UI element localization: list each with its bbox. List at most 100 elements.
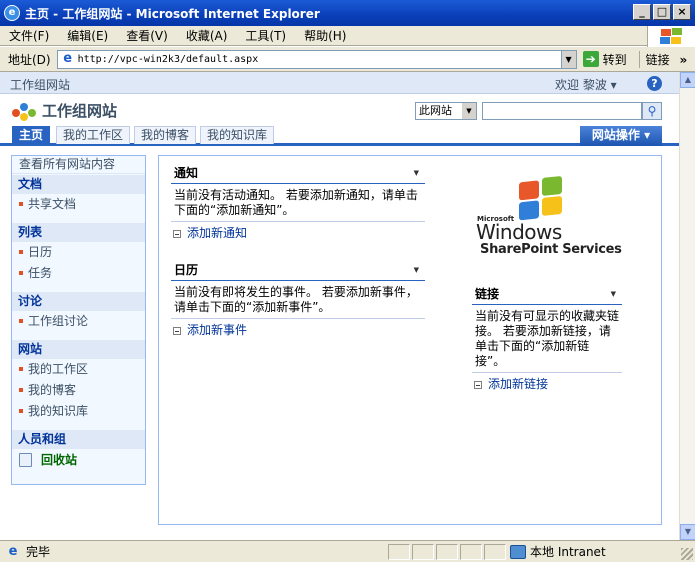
site-actions-button[interactable]: 网站操作 ▾	[580, 126, 662, 146]
links-chevron-icon[interactable]: »	[679, 53, 687, 67]
address-input[interactable]: e http://vpc-win2k3/default.aspx ▼	[56, 49, 577, 69]
links-empty-text: 当前没有可显示的收藏夹链接。 若要添加新链接，请单击下面的“添加新链接”。	[475, 309, 620, 368]
ql-item-my-blog[interactable]: 我的博客	[12, 380, 145, 401]
page-icon: e	[63, 51, 73, 66]
ql-heading-documents[interactable]: 文档	[12, 174, 145, 194]
ql-item-my-knowledge-base[interactable]: 我的知识库	[12, 401, 145, 422]
ql-item-team-discussion[interactable]: 工作组讨论	[12, 311, 145, 332]
site-title[interactable]: 工作组网站	[42, 100, 117, 121]
window-title: 主页 - 工作组网站 - Microsoft Internet Explorer	[25, 6, 320, 21]
go-button[interactable]: ➔ 转到	[582, 51, 627, 68]
search-scope-value: 此网站	[419, 104, 452, 117]
ql-item-my-workspace[interactable]: 我的工作区	[12, 359, 145, 380]
add-event-link[interactable]: 添加新事件	[171, 318, 425, 338]
ql-item-label: 我的知识库	[28, 404, 89, 418]
add-item-icon	[474, 380, 482, 389]
scroll-down-button[interactable]: ▼	[680, 524, 695, 540]
intranet-zone-icon	[510, 544, 526, 559]
main-webpart-zone: 通知 ▼ 当前没有活动通知。 若要添加新通知，请单击下面的“添加新通知”。 添加…	[158, 155, 662, 525]
search-button[interactable]: ⚲	[642, 102, 662, 120]
ql-heading-sites[interactable]: 网站	[12, 339, 145, 359]
ql-item-label: 我的工作区	[28, 362, 89, 376]
announcements-title[interactable]: 通知	[174, 166, 198, 180]
ql-recycle-bin[interactable]: 回收站	[12, 449, 145, 471]
security-zone[interactable]: 本地 Intranet	[510, 543, 606, 560]
tab-my-knowledge-base[interactable]: 我的知识库	[200, 126, 275, 144]
resize-grip-icon[interactable]	[681, 548, 693, 560]
calendar-empty-text: 当前没有即将发生的事件。 若要添加新事件，请单击下面的“添加新事件”。	[174, 285, 418, 314]
logo-product-text: SharePoint Services	[480, 242, 622, 257]
search-input[interactable]	[482, 102, 642, 120]
status-panel	[460, 543, 482, 560]
ie-icon: e	[4, 5, 20, 21]
links-toolbar[interactable]: 链接 »	[638, 50, 687, 68]
add-link-label: 添加新链接	[488, 377, 549, 391]
ql-item-label: 我的博客	[28, 383, 77, 397]
site-header: 工作组网站 此网站 ▼ ⚲	[0, 94, 679, 126]
bullet-icon	[19, 318, 23, 323]
windows-sharepoint-services-logo: Microsoft Windows SharePoint Services	[475, 175, 625, 260]
scroll-up-button[interactable]: ▲	[680, 72, 695, 88]
address-dropdown-button[interactable]: ▼	[560, 50, 576, 68]
search-scope-select[interactable]: 此网站 ▼	[415, 102, 477, 120]
menu-file[interactable]: 文件(F)	[0, 27, 58, 45]
bullet-icon	[19, 201, 23, 206]
ql-heading-discussions[interactable]: 讨论	[12, 291, 145, 311]
ql-heading-people-and-groups[interactable]: 人员和组	[12, 429, 145, 449]
go-label: 转到	[602, 52, 627, 67]
help-icon[interactable]: ?	[647, 76, 662, 91]
welcome-menu[interactable]: 欢迎 黎波 ▾	[555, 76, 617, 93]
recycle-bin-label: 回收站	[41, 453, 78, 467]
webpart-menu-icon[interactable]: ▼	[414, 261, 419, 279]
vertical-scrollbar[interactable]: ▲ ▼	[679, 72, 695, 540]
menu-edit[interactable]: 编辑(E)	[58, 27, 117, 45]
tab-home[interactable]: 主页	[12, 126, 51, 144]
add-link-link[interactable]: 添加新链接	[472, 372, 622, 392]
view-all-site-content-link[interactable]: 查看所有网站内容	[12, 156, 145, 174]
quick-launch: 查看所有网站内容 文档 共享文档 列表 日历 任务 讨论 工作组讨论 网站 我的…	[11, 155, 146, 485]
links-webpart: 链接 ▼ 当前没有可显示的收藏夹链接。 若要添加新链接，请单击下面的“添加新链接…	[472, 285, 622, 392]
bullet-icon	[19, 249, 23, 254]
status-panel	[484, 543, 506, 560]
webpart-title[interactable]: 通知 ▼	[171, 164, 425, 184]
close-button[interactable]: ×	[673, 4, 691, 20]
menu-tools[interactable]: 工具(T)	[236, 27, 295, 45]
sharepoint-topbar: 工作组网站 欢迎 黎波 ▾ ?	[0, 72, 679, 94]
ql-item-label: 任务	[28, 266, 53, 280]
menu-view[interactable]: 查看(V)	[117, 27, 177, 45]
menu-help[interactable]: 帮助(H)	[295, 27, 355, 45]
ql-item-calendar[interactable]: 日历	[12, 242, 145, 263]
ql-item-tasks[interactable]: 任务	[12, 263, 145, 284]
ql-heading-lists[interactable]: 列表	[12, 222, 145, 242]
page-status-icon: e	[8, 543, 18, 559]
ql-item-shared-documents[interactable]: 共享文档	[12, 194, 145, 215]
add-item-icon	[173, 326, 181, 335]
menu-favorites[interactable]: 收藏(A)	[177, 27, 237, 45]
announcements-empty-text: 当前没有活动通知。 若要添加新通知，请单击下面的“添加新通知”。	[174, 188, 418, 217]
webpart-title[interactable]: 链接 ▼	[472, 285, 622, 305]
maximize-button[interactable]: □	[653, 4, 671, 20]
breadcrumb[interactable]: 工作组网站	[10, 76, 70, 93]
ql-item-label: 工作组讨论	[28, 314, 89, 328]
tab-my-workspace[interactable]: 我的工作区	[56, 126, 131, 144]
calendar-title[interactable]: 日历	[174, 263, 198, 277]
add-announcement-link[interactable]: 添加新通知	[171, 221, 425, 241]
webpart-menu-icon[interactable]: ▼	[611, 285, 616, 303]
minimize-button[interactable]: _	[633, 4, 651, 20]
chevron-down-icon: ▼	[462, 103, 476, 119]
calendar-webpart: 日历 ▼ 当前没有即将发生的事件。 若要添加新事件，请单击下面的“添加新事件”。…	[171, 261, 425, 338]
site-logo-icon	[12, 101, 37, 121]
window-titlebar[interactable]: e 主页 - 工作组网站 - Microsoft Internet Explor…	[0, 0, 695, 26]
status-panel	[388, 543, 410, 560]
tab-my-blog[interactable]: 我的博客	[134, 126, 197, 144]
zone-label: 本地 Intranet	[530, 545, 606, 559]
windows-logo-icon	[519, 175, 565, 223]
top-nav-tabs: 主页 我的工作区 我的博客 我的知识库	[0, 126, 679, 146]
address-url[interactable]: http://vpc-win2k3/default.aspx	[78, 54, 259, 65]
webpart-menu-icon[interactable]: ▼	[414, 164, 419, 182]
ql-item-label: 共享文档	[28, 197, 77, 211]
status-text: 完毕	[26, 545, 51, 559]
status-bar: e 完毕 本地 Intranet	[0, 540, 695, 562]
links-title[interactable]: 链接	[475, 287, 499, 301]
webpart-title[interactable]: 日历 ▼	[171, 261, 425, 281]
